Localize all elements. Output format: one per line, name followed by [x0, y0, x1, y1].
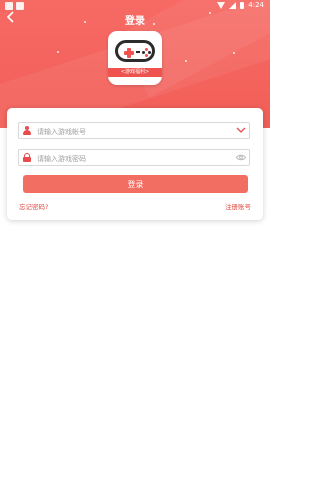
- sparkle-decoration: [57, 51, 59, 53]
- signal-icon: [229, 1, 237, 9]
- eye-icon[interactable]: [236, 153, 246, 162]
- app-logo: <游戏福利>: [108, 31, 162, 85]
- notification-icon: [16, 2, 24, 10]
- forgot-password-link[interactable]: 忘记密码?: [19, 201, 48, 211]
- register-link[interactable]: 注册账号: [225, 201, 251, 211]
- password-input[interactable]: [35, 150, 219, 167]
- account-field[interactable]: [18, 122, 250, 140]
- user-icon: [23, 126, 31, 135]
- notification-icons: [5, 2, 24, 10]
- status-time: 4:24: [248, 1, 264, 9]
- page-title: 登录: [125, 16, 145, 27]
- system-tray: 4:24: [217, 1, 264, 9]
- select-button-icon: [136, 51, 140, 53]
- login-card: 登录 忘记密码? 注册账号: [7, 108, 263, 220]
- dpad-icon: [124, 48, 134, 58]
- lock-icon: [23, 153, 31, 162]
- account-input[interactable]: [35, 123, 219, 140]
- wifi-icon: [217, 1, 226, 9]
- battery-icon: [240, 1, 245, 9]
- status-bar: 4:24: [0, 0, 270, 12]
- logo-band-text: <游戏福利>: [108, 68, 162, 77]
- password-field[interactable]: [18, 149, 250, 167]
- chevron-down-icon[interactable]: [236, 125, 246, 135]
- login-button[interactable]: 登录: [23, 175, 248, 193]
- pad-button-icon: [148, 51, 151, 54]
- pad-button-icon: [145, 54, 148, 57]
- sparkle-decoration: [233, 52, 235, 54]
- notification-icon: [5, 2, 13, 10]
- gamepad-icon: [115, 40, 155, 62]
- sparkle-decoration: [185, 60, 187, 62]
